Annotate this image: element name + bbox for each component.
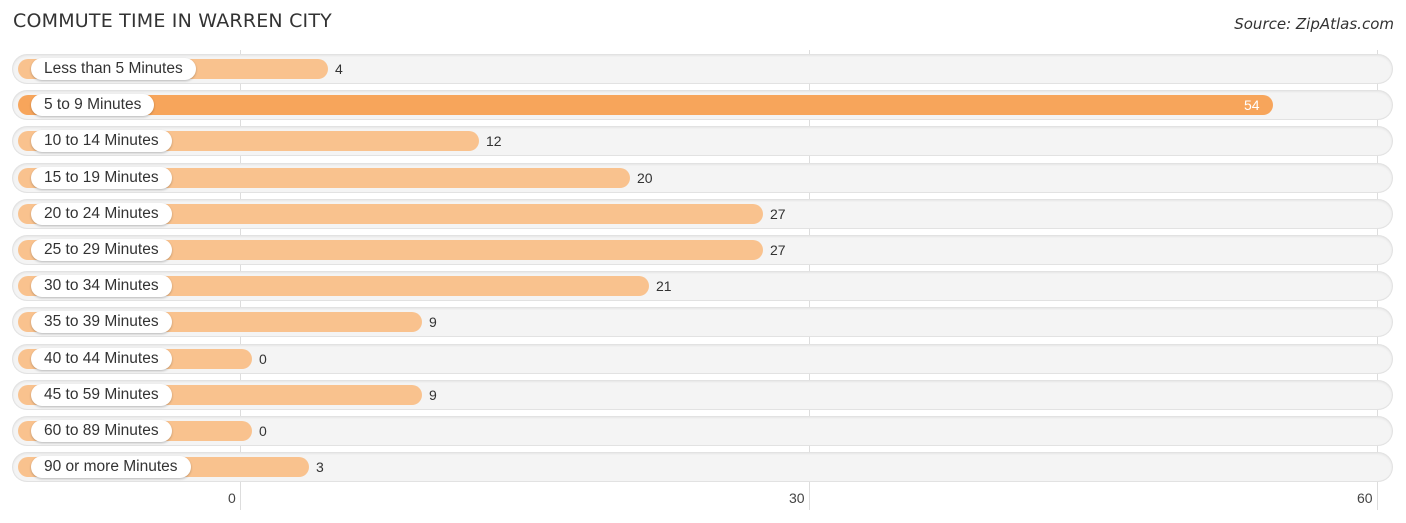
value-label: 12 bbox=[486, 133, 502, 149]
value-label: 9 bbox=[429, 387, 437, 403]
category-label: 10 to 14 Minutes bbox=[31, 130, 172, 152]
chart-area: COMMUTE TIME IN WARREN CITY Source: ZipA… bbox=[0, 0, 1406, 523]
chart-title: COMMUTE TIME IN WARREN CITY bbox=[13, 10, 332, 32]
value-label: 9 bbox=[429, 314, 437, 330]
category-label: 30 to 34 Minutes bbox=[31, 275, 172, 297]
value-label: 20 bbox=[637, 170, 653, 186]
x-tick-label: 60 bbox=[1357, 490, 1373, 506]
category-label: 45 to 59 Minutes bbox=[31, 384, 172, 406]
category-label: Less than 5 Minutes bbox=[31, 58, 196, 80]
value-label: 0 bbox=[259, 423, 267, 439]
category-label: 25 to 29 Minutes bbox=[31, 239, 172, 261]
value-label: 27 bbox=[770, 206, 786, 222]
x-tick-label: 0 bbox=[228, 490, 236, 506]
category-label: 5 to 9 Minutes bbox=[31, 94, 155, 116]
value-label: 3 bbox=[316, 459, 324, 475]
category-label: 90 or more Minutes bbox=[31, 456, 191, 478]
value-label: 54 bbox=[1244, 97, 1260, 113]
value-label: 21 bbox=[656, 278, 672, 294]
source-credit: Source: ZipAtlas.com bbox=[1234, 15, 1394, 33]
x-tick-label: 30 bbox=[789, 490, 805, 506]
category-label: 15 to 19 Minutes bbox=[31, 167, 172, 189]
category-label: 60 to 89 Minutes bbox=[31, 420, 172, 442]
value-label: 0 bbox=[259, 351, 267, 367]
value-label: 27 bbox=[770, 242, 786, 258]
category-label: 40 to 44 Minutes bbox=[31, 348, 172, 370]
bar bbox=[18, 95, 1273, 115]
category-label: 20 to 24 Minutes bbox=[31, 203, 172, 225]
value-label: 4 bbox=[335, 61, 343, 77]
category-label: 35 to 39 Minutes bbox=[31, 311, 172, 333]
